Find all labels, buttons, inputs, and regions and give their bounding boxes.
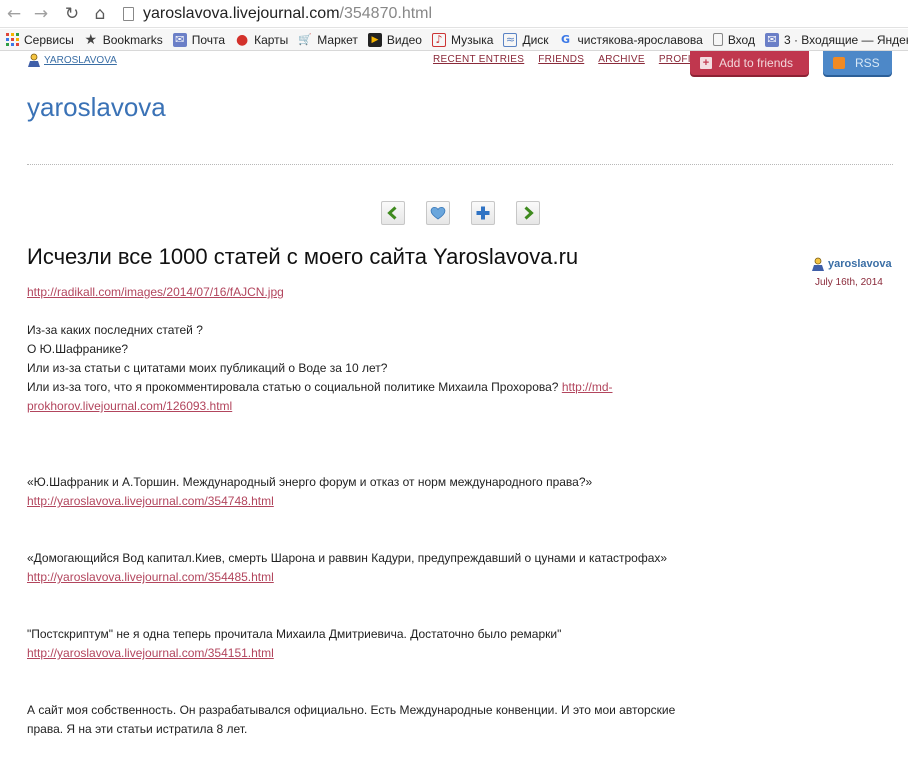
arrow-left-icon xyxy=(387,206,397,220)
bookmark-label: чистякова-ярославова xyxy=(577,32,703,47)
article-1-link[interactable]: http://yaroslavova.livejournal.com/35474… xyxy=(27,494,274,508)
back-icon[interactable]: ← xyxy=(3,3,25,25)
article-3-link[interactable]: http://yaroslavova.livejournal.com/35415… xyxy=(27,646,274,660)
bookmark-label: 3 · Входящие — Яндекс xyxy=(783,32,908,47)
article-2-title: «Домогающийся Вод капитал.Киев, смерть Ш… xyxy=(27,551,668,565)
previous-entry-button[interactable] xyxy=(381,201,405,225)
heart-icon xyxy=(430,207,446,220)
nav-friends[interactable]: FRIENDS xyxy=(538,54,584,65)
url-path: /354870.html xyxy=(339,5,433,22)
page-icon xyxy=(712,33,723,46)
browser-toolbar: ← → ↻ ⌂ yaroslavova.livejournal.com/3548… xyxy=(0,0,908,28)
question-3: Или из-за статьи с цитатами моих публика… xyxy=(27,361,388,375)
prokhorov-link-cont[interactable]: prokhorov.livejournal.com/126093.html xyxy=(27,399,232,413)
url-host: yaroslavova.livejournal.com xyxy=(143,5,340,22)
nav-recent-entries[interactable]: RECENT ENTRIES xyxy=(433,54,524,65)
map-pin-icon: ● xyxy=(235,31,249,48)
entry-title: Исчезли все 1000 статей с моего сайта Ya… xyxy=(27,244,579,269)
bookmark-bookmarks[interactable]: ★ Bookmarks xyxy=(84,31,163,48)
article-1-title: «Ю.Шафраник и А.Торшин. Международный эн… xyxy=(27,475,593,489)
bookmark-label: Почта xyxy=(191,32,226,47)
bookmark-login[interactable]: Вход xyxy=(712,32,755,47)
bookmark-services[interactable]: Сервисы xyxy=(5,33,74,47)
bookmark-label: Карты xyxy=(254,32,289,47)
bookmark-music[interactable]: ♪ Музыка xyxy=(431,32,494,47)
journal-nav: RECENT ENTRIES FRIENDS ARCHIVE PROFILE xyxy=(433,54,704,65)
music-icon: ♪ xyxy=(431,32,446,47)
article-3-title: "Постскриптум" не я одна теперь прочитал… xyxy=(27,627,562,641)
add-to-memories-button[interactable] xyxy=(426,201,450,225)
disk-icon: ≈ xyxy=(503,32,518,47)
prokhorov-link[interactable]: http://md- xyxy=(562,380,613,394)
user-icon xyxy=(28,53,40,67)
apps-icon xyxy=(5,33,19,47)
nav-archive[interactable]: ARCHIVE xyxy=(598,54,645,65)
reload-icon[interactable]: ↻ xyxy=(61,3,83,25)
rss-label: RSS xyxy=(855,56,880,70)
rss-icon xyxy=(833,57,845,69)
image-link[interactable]: http://radikall.com/images/2014/07/16/fA… xyxy=(27,285,284,299)
google-icon: G xyxy=(561,33,571,46)
bookmark-label: Видео xyxy=(386,32,422,47)
entry-poster[interactable]: yaroslavova xyxy=(811,257,892,271)
track-entry-button[interactable] xyxy=(471,201,495,225)
bookmark-disk[interactable]: ≈ Диск xyxy=(503,32,549,47)
closing-paragraph-line-2: права. Я на эти статьи истратила 8 лет. xyxy=(27,722,248,736)
home-icon[interactable]: ⌂ xyxy=(89,3,111,25)
next-entry-button[interactable] xyxy=(516,201,540,225)
plus-icon: + xyxy=(700,57,712,69)
question-4: Или из-за того, что я прокомментировала … xyxy=(27,380,559,394)
header-username: YAROSLAVOVA xyxy=(44,54,117,66)
plus-icon xyxy=(476,206,490,220)
header-divider xyxy=(27,164,893,165)
poster-name: yaroslavova xyxy=(828,258,892,270)
bookmark-maps[interactable]: ● Карты xyxy=(235,31,289,48)
rss-button[interactable]: RSS xyxy=(823,51,892,75)
bookmark-label: Bookmarks xyxy=(102,32,163,47)
closing-paragraph-line-1: А сайт моя собственность. Он разрабатыва… xyxy=(27,703,676,717)
question-1: Из-за каких последних статей ? xyxy=(27,323,203,337)
forward-icon[interactable]: → xyxy=(30,3,52,25)
video-icon: ▶ xyxy=(367,32,382,47)
bookmark-label: Музыка xyxy=(450,32,494,47)
entry-date: July 16th, 2014 xyxy=(815,277,883,288)
add-to-friends-button[interactable]: + Add to friends xyxy=(690,51,809,75)
cart-icon: 🛒 xyxy=(298,33,313,46)
journal-title[interactable]: yaroslavova xyxy=(27,92,166,123)
bookmark-mail[interactable]: ✉ Почта xyxy=(172,32,226,47)
mail-icon: ✉ xyxy=(172,32,187,47)
bookmark-label: Диск xyxy=(522,32,549,47)
address-bar[interactable]: yaroslavova.livejournal.com/354870.html xyxy=(120,2,908,26)
bookmark-google[interactable]: Gчистякова-ярославова xyxy=(559,33,703,47)
entry-body: http://radikall.com/images/2014/07/16/fA… xyxy=(27,283,767,739)
bookmarks-bar: Сервисы ★ Bookmarks ✉ Почта ● Карты 🛒 Маркет… xyxy=(0,29,908,51)
mail-icon: ✉ xyxy=(764,32,779,47)
add-to-friends-label: Add to friends xyxy=(719,56,794,70)
entry-actions xyxy=(381,201,540,225)
star-icon: ★ xyxy=(84,31,97,48)
bookmark-label: Вход xyxy=(727,32,755,47)
bookmark-video[interactable]: ▶ Видео xyxy=(367,32,422,47)
bookmark-label: Маркет xyxy=(317,32,358,47)
bookmark-inbox[interactable]: ✉ 3 · Входящие — Яндекс xyxy=(764,32,908,47)
arrow-right-icon xyxy=(524,206,534,220)
bookmark-label: Сервисы xyxy=(24,32,74,47)
user-icon xyxy=(812,257,824,271)
article-2-link[interactable]: http://yaroslavova.livejournal.com/35448… xyxy=(27,570,274,584)
header-user-link[interactable]: YAROSLAVOVA xyxy=(27,53,117,67)
question-2: О Ю.Шафранике? xyxy=(27,342,129,356)
bookmark-market[interactable]: 🛒 Маркет xyxy=(298,33,358,47)
page-icon xyxy=(123,7,134,21)
